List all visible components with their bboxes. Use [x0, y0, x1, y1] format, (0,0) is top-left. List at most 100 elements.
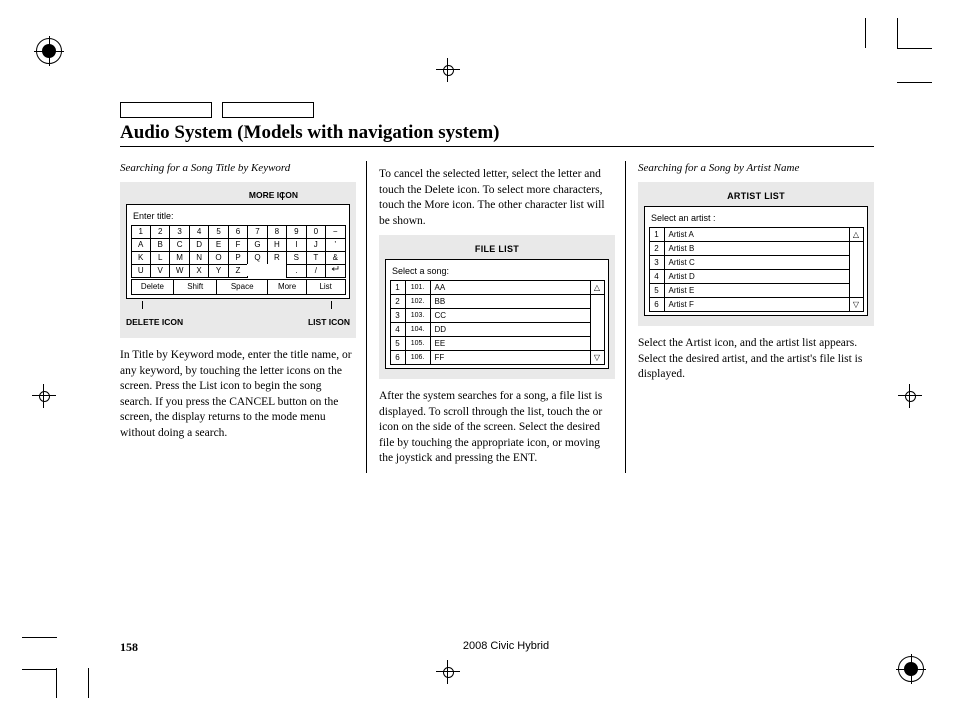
list-item[interactable]: 3103.CC: [390, 308, 590, 322]
item-name: EE: [430, 336, 591, 351]
item-name: Artist E: [664, 283, 850, 298]
scroll-down-icon[interactable]: ▽: [849, 297, 864, 312]
item-index: 2: [390, 294, 406, 309]
item-name: Artist B: [664, 241, 850, 256]
key-1[interactable]: 1: [131, 225, 151, 239]
key-O[interactable]: O: [208, 251, 228, 265]
key-F[interactable]: F: [228, 238, 248, 252]
scrollbar[interactable]: △ ▽: [849, 227, 863, 311]
artist-list-title: ARTIST LIST: [644, 190, 868, 202]
space-button[interactable]: Space: [216, 279, 268, 295]
list-item[interactable]: 5Artist E: [649, 283, 849, 297]
key-U[interactable]: U: [131, 264, 151, 278]
crop-mark-icon: [22, 669, 57, 670]
list-item[interactable]: 4Artist D: [649, 269, 849, 283]
key-A[interactable]: A: [131, 238, 151, 252]
list-item[interactable]: 2Artist B: [649, 241, 849, 255]
item-name: AA: [430, 280, 591, 295]
list-item[interactable]: 1101.AA: [390, 280, 590, 294]
key-X[interactable]: X: [189, 264, 209, 278]
key-3[interactable]: 3: [169, 225, 189, 239]
key-H[interactable]: H: [267, 238, 287, 252]
shift-button[interactable]: Shift: [173, 279, 217, 295]
key-D[interactable]: D: [189, 238, 209, 252]
item-name: Artist C: [664, 255, 850, 270]
list-item[interactable]: 5105.EE: [390, 336, 590, 350]
column-2: To cancel the selected letter, select th…: [379, 161, 626, 473]
scroll-up-icon[interactable]: △: [590, 280, 605, 295]
select-song-label: Select a song:: [392, 265, 604, 277]
key-−[interactable]: −: [325, 225, 345, 239]
list-button[interactable]: List: [306, 279, 346, 295]
key-4[interactable]: 4: [189, 225, 209, 239]
key-.[interactable]: .: [286, 264, 306, 278]
key-blank[interactable]: [247, 264, 267, 276]
column-3: Searching for a Song by Artist Name ARTI…: [638, 161, 874, 473]
key-0[interactable]: 0: [306, 225, 326, 239]
body-text: Select the Artist icon, and the artist l…: [638, 336, 874, 383]
body-text: To cancel the selected letter, select th…: [379, 167, 615, 229]
key-Q[interactable]: Q: [247, 251, 267, 265]
list-item[interactable]: 6106.FF: [390, 350, 590, 364]
key-G[interactable]: G: [247, 238, 267, 252]
key-blank[interactable]: [267, 264, 287, 276]
key-2[interactable]: 2: [150, 225, 170, 239]
crop-mark-icon: [88, 668, 89, 698]
key-&[interactable]: &: [325, 251, 345, 265]
key-C[interactable]: C: [169, 238, 189, 252]
key-P[interactable]: P: [228, 251, 248, 265]
key-L[interactable]: L: [150, 251, 170, 265]
key-/[interactable]: /: [306, 264, 326, 278]
item-number: 106.: [405, 350, 431, 365]
list-item[interactable]: 4104.DD: [390, 322, 590, 336]
arrow-down-icon: [282, 192, 283, 200]
key-R[interactable]: R: [267, 251, 287, 265]
item-number: 104.: [405, 322, 431, 337]
crop-mark-icon: [56, 668, 57, 698]
item-name: CC: [430, 308, 591, 323]
key-9[interactable]: 9: [286, 225, 306, 239]
list-item[interactable]: 1Artist A: [649, 227, 849, 241]
enter-key-icon[interactable]: [325, 264, 345, 278]
key-S[interactable]: S: [286, 251, 306, 265]
scroll-track[interactable]: [590, 294, 605, 351]
item-name: Artist A: [664, 227, 850, 242]
page-number: 158: [120, 640, 138, 655]
list-item[interactable]: 6Artist F: [649, 297, 849, 311]
key-B[interactable]: B: [150, 238, 170, 252]
item-number: 101.: [405, 280, 431, 295]
delete-button[interactable]: Delete: [131, 279, 175, 295]
key-K[interactable]: K: [131, 251, 151, 265]
keyboard-panel: MORE ICON Enter title: 1234567890−ABCDEF…: [120, 182, 356, 338]
item-number: 103.: [405, 308, 431, 323]
scroll-up-icon[interactable]: △: [849, 227, 864, 242]
key-'[interactable]: ': [325, 238, 345, 252]
scrollbar[interactable]: △ ▽: [590, 280, 604, 364]
scroll-track[interactable]: [849, 241, 864, 298]
key-M[interactable]: M: [169, 251, 189, 265]
key-V[interactable]: V: [150, 264, 170, 278]
artist-list-screen: Select an artist : 1Artist A2Artist B3Ar…: [644, 206, 868, 316]
key-5[interactable]: 5: [208, 225, 228, 239]
item-index: 3: [649, 255, 665, 270]
key-W[interactable]: W: [169, 264, 189, 278]
column-1: Searching for a Song Title by Keyword M O…: [120, 161, 367, 473]
crop-mark-icon: [897, 48, 932, 49]
list-item[interactable]: 2102.BB: [390, 294, 590, 308]
key-Y[interactable]: Y: [208, 264, 228, 278]
key-Z[interactable]: Z: [228, 264, 248, 278]
item-index: 5: [390, 336, 406, 351]
key-I[interactable]: I: [286, 238, 306, 252]
list-item[interactable]: 3Artist C: [649, 255, 849, 269]
item-index: 1: [649, 227, 665, 242]
key-8[interactable]: 8: [267, 225, 287, 239]
key-N[interactable]: N: [189, 251, 209, 265]
scroll-down-icon[interactable]: ▽: [590, 350, 605, 365]
key-6[interactable]: 6: [228, 225, 248, 239]
key-E[interactable]: E: [208, 238, 228, 252]
key-T[interactable]: T: [306, 251, 326, 265]
more-button[interactable]: More: [267, 279, 307, 295]
key-J[interactable]: J: [306, 238, 326, 252]
subheading-title-keyword: Searching for a Song Title by Keyword: [120, 161, 356, 176]
key-7[interactable]: 7: [247, 225, 267, 239]
